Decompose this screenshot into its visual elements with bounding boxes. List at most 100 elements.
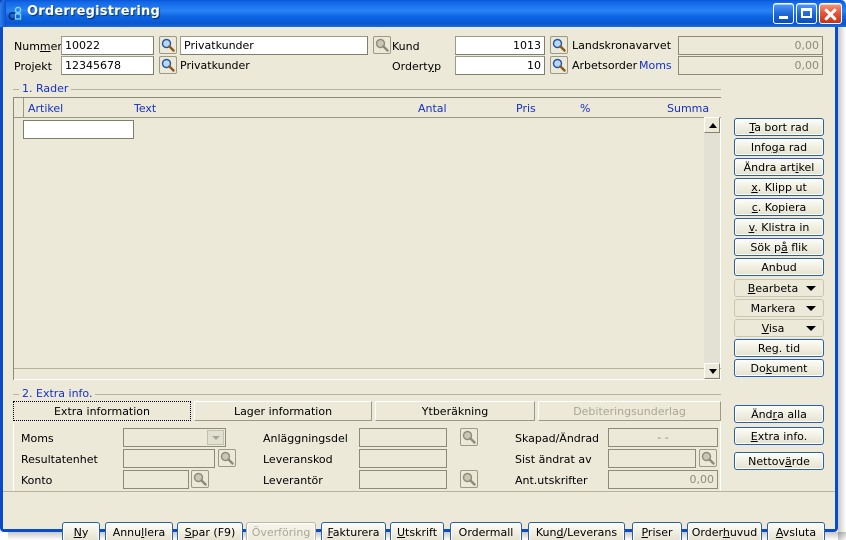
moms-combo-arrow-box[interactable] [207,430,224,445]
window-shadow-right [838,8,846,540]
projekt-lookup-button[interactable] [159,56,177,74]
anlaggningsdel-lookup-button[interactable] [460,428,478,446]
nummer-lookup-button[interactable] [159,36,177,54]
button-kund-leverans[interactable]: Kund/Leverans [528,522,625,540]
label-skapad-andrad: Skapad/Ändrad [515,432,600,445]
tab-debiteringsunderlag: Debiteringsunderlag [538,401,721,421]
button-reg-tid[interactable]: Reg. tid [734,339,824,357]
button-markera[interactable]: Markera [734,299,824,317]
scroll-up-button[interactable] [704,117,720,133]
maximize-button[interactable] [796,3,817,24]
button-orderhuvud[interactable]: Orderhuvud [687,522,762,540]
customer-name-lookup-button[interactable] [373,36,391,54]
chevron-down-icon [212,436,220,440]
customer-name-input[interactable] [180,36,368,55]
konto-input[interactable] [123,470,189,489]
total-2-readonly: 0,00 [678,56,823,75]
label-ant-utskrifter: Ant.utskrifter [515,474,588,487]
button-infoga-rad[interactable]: Infoga rad [734,138,824,156]
rader-legend-number: 1. [22,82,33,95]
grid-col-percent[interactable]: % [580,102,590,115]
button-extra-info[interactable]: Extra info. [734,427,824,445]
label-leveranskod: Leveranskod [263,453,333,466]
label-leverantor: Leverantör [263,474,323,487]
grid-cell-artikel-row1[interactable] [23,120,134,139]
order-lines-grid[interactable]: Artikel Text Antal Pris % Summa [13,97,721,380]
button-dokument[interactable]: Dokument [734,359,824,377]
anlaggningsdel-input[interactable] [359,428,447,447]
resultatenhet-input[interactable] [123,449,215,468]
title-bar[interactable]: Orderregistrering [0,0,846,27]
button-klipp-ut[interactable]: x. Klipp ut [734,178,824,196]
ordertyp-name-text: Arbetsorder [572,59,638,72]
button-utskrift[interactable]: Utskrift [390,522,444,540]
button-andra-artikel[interactable]: Ändra artikel [734,158,824,176]
tab-extra-information[interactable]: Extra information [13,401,191,421]
grid-header-row: Artikel Text Antal Pris % Summa [14,98,721,118]
sist-andrat-av-input[interactable] [608,449,696,468]
moms-combo[interactable] [123,428,226,447]
button-bearbeta[interactable]: Bearbeta [734,279,824,297]
tab-lager-information[interactable]: Lager information [194,401,372,421]
rader-legend-text: Rader [36,82,69,95]
button-kopiera[interactable]: c. Kopiera [734,198,824,216]
moms-link[interactable]: Moms [639,59,672,72]
grid-col-text[interactable]: Text [134,102,156,115]
extra-group-top-line [13,394,721,395]
button-priser[interactable]: Priser [632,522,682,540]
button-fakturera[interactable]: Fakturera [321,522,386,540]
minimize-button[interactable] [773,3,794,24]
scroll-down-button[interactable] [704,363,720,379]
sist-andrat-av-lookup-button[interactable] [699,449,717,467]
label-moms: Moms [21,432,54,445]
projekt-name-text: Privatkunder [180,59,250,72]
label-resultatenhet: Resultatenhet [21,453,98,466]
resultatenhet-lookup-button[interactable] [218,449,236,467]
button-nettovarde[interactable]: Nettovärde [734,452,824,470]
button-ordermall[interactable]: Ordermall [450,522,522,540]
leverantor-input[interactable] [359,470,447,489]
konto-lookup-button[interactable] [191,470,209,488]
grid-col-summa[interactable]: Summa [667,102,709,115]
button-sok-pa-flik[interactable]: Sök på flik [734,238,824,256]
grid-col-artikel[interactable]: Artikel [28,102,63,115]
projekt-input[interactable] [61,56,154,75]
order-registration-icon [8,6,23,21]
kund-input[interactable] [455,36,545,55]
button-overforing: Överföring [246,522,316,540]
button-visa[interactable]: Visa [734,319,824,337]
title-bar-left-edge [0,0,6,27]
leveranskod-input[interactable] [359,449,447,468]
total-1-readonly: 0,00 [678,36,823,55]
close-button[interactable] [819,3,842,24]
window-controls [773,3,842,24]
button-spar[interactable]: Spar (F9) [177,522,243,540]
tab-ytberakning[interactable]: Ytberäkning [375,401,535,421]
button-klistra-in[interactable]: v. Klistra in [734,218,824,236]
label-ordertyp: Ordertyp [392,60,442,73]
grid-col-pris[interactable]: Pris [516,102,536,115]
chevron-down-icon [806,306,816,311]
button-ta-bort-rad[interactable]: Ta bort rad [734,118,824,136]
button-avsluta[interactable]: Avsluta [767,522,825,540]
nummer-input[interactable] [61,36,154,55]
button-ny[interactable]: Ny [62,522,100,540]
ordertyp-lookup-button[interactable] [550,56,568,74]
grid-vertical-scrollbar[interactable] [704,117,720,379]
ordertyp-input[interactable] [455,56,545,75]
grid-col-antal[interactable]: Antal [418,102,447,115]
label-sist-andrat-av: Sist ändrat av [515,453,592,466]
rader-group-legend: 1. Rader [19,82,72,95]
grid-corner-cell[interactable] [14,98,24,117]
chevron-down-icon [806,286,816,291]
extra-legend-number: 2. [22,387,33,400]
client-area: Nummer Projekt Privatkunder Kund [3,27,835,540]
button-annullera[interactable]: Annullera [105,522,173,540]
skapad-andrad-value: - - [608,428,718,447]
button-anbud[interactable]: Anbud [734,258,824,276]
scrollbar-track[interactable] [704,133,720,363]
kund-lookup-button[interactable] [550,36,568,54]
leverantor-lookup-button[interactable] [460,470,478,488]
ant-utskrifter-value: 0,00 [608,470,718,489]
button-andra-alla[interactable]: Ändra alla [734,405,824,423]
